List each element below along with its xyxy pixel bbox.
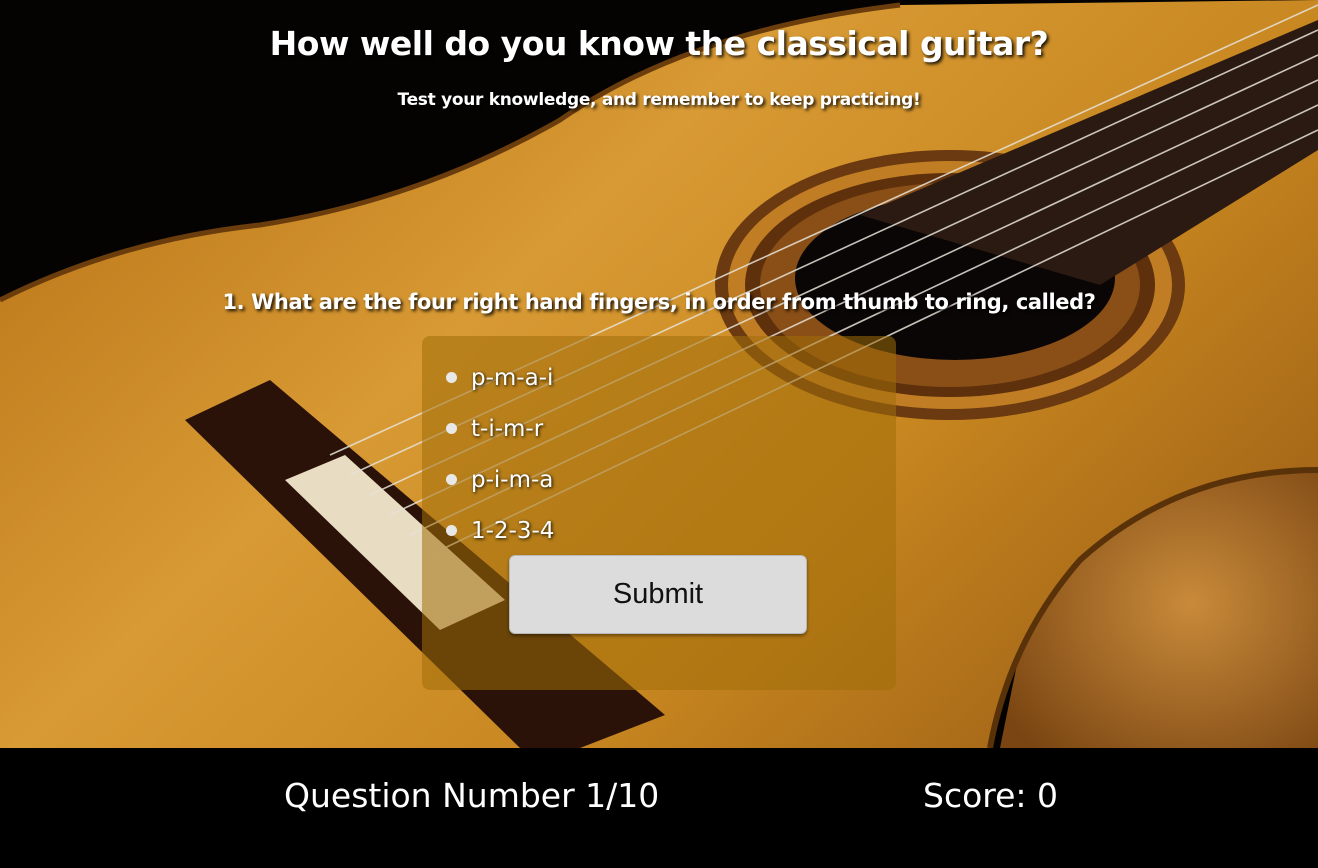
answer-option[interactable]: t-i-m-r [446,403,554,454]
answers-panel: p-m-a-i t-i-m-r p-i-m-a 1-2-3-4 Submit [422,336,896,690]
answer-option[interactable]: p-i-m-a [446,454,554,505]
answer-label: t-i-m-r [471,415,544,442]
answer-option[interactable]: 1-2-3-4 [446,505,554,556]
question-counter: Question Number 1/10 [284,776,660,815]
answer-option[interactable]: p-m-a-i [446,352,554,403]
footer-bar: Question Number 1/10 Score: 0 [0,748,1318,868]
bullet-icon [446,372,457,383]
question-text: 1. What are the four right hand fingers,… [222,290,1096,314]
answers-list: p-m-a-i t-i-m-r p-i-m-a 1-2-3-4 [446,352,554,556]
page-subtitle: Test your knowledge, and remember to kee… [397,90,921,110]
answer-label: 1-2-3-4 [471,517,555,544]
submit-button[interactable]: Submit [509,555,807,634]
answer-label: p-m-a-i [471,364,554,391]
answer-label: p-i-m-a [471,466,554,493]
bullet-icon [446,423,457,434]
bullet-icon [446,525,457,536]
bullet-icon [446,474,457,485]
page-title: How well do you know the classical guita… [269,24,1049,63]
score-display: Score: 0 [923,776,1059,815]
